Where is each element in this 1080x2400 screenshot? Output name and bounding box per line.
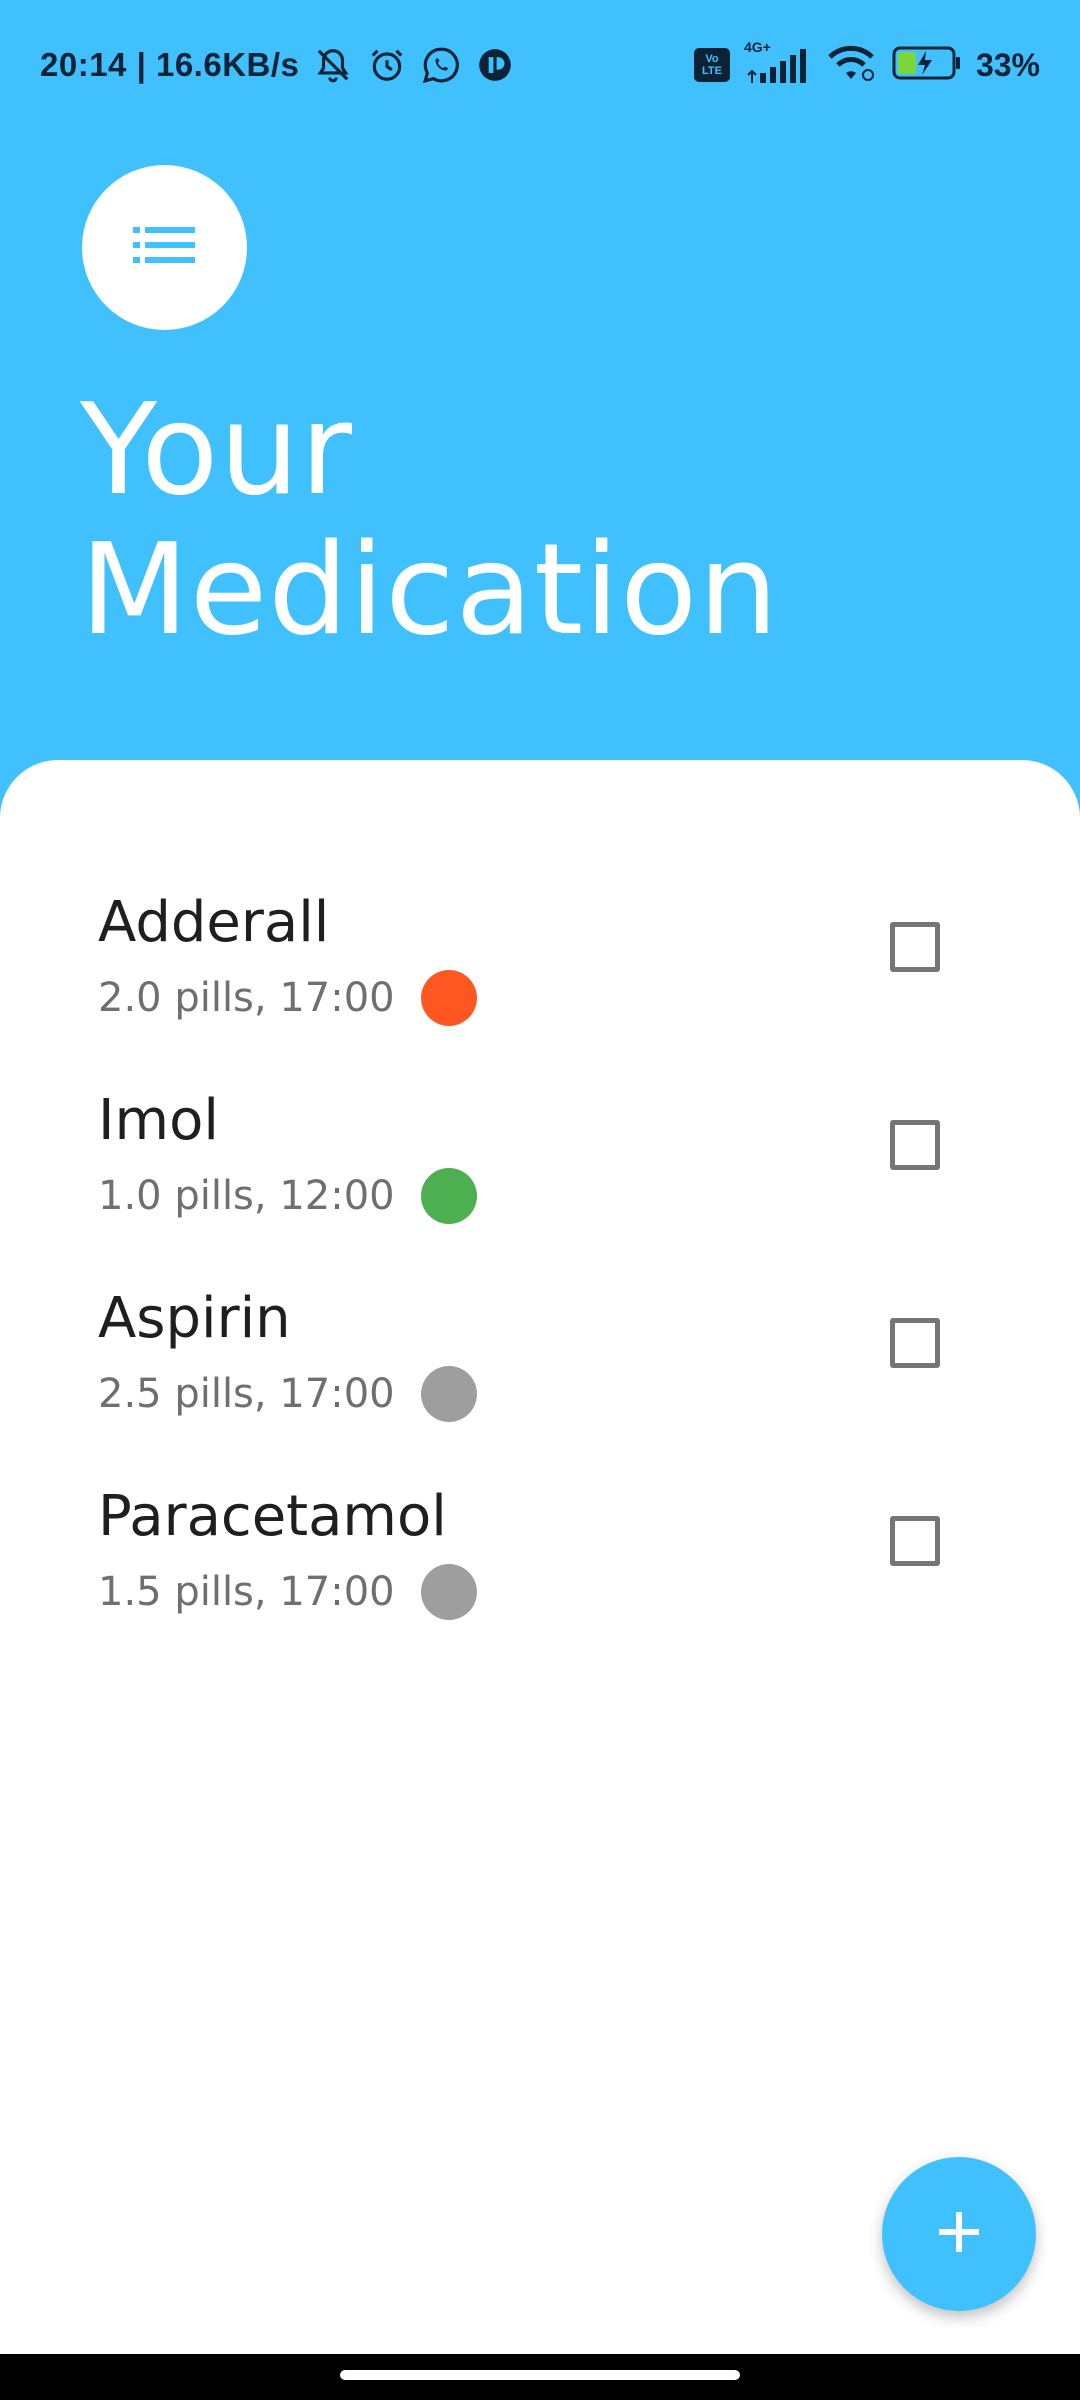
medication-detail: 2.5 pills, 17:00: [98, 1371, 395, 1417]
volte-bottom-label: LTE: [701, 65, 722, 77]
battery-charging-icon: [892, 45, 962, 86]
list-icon: [132, 225, 197, 270]
alarm-icon: [367, 45, 407, 85]
taken-checkbox[interactable]: [890, 1318, 940, 1368]
medication-detail: 1.0 pills, 12:00: [98, 1173, 395, 1219]
medication-item[interactable]: Imol 1.0 pills, 12:00: [0, 1088, 1080, 1286]
medication-item[interactable]: Adderall 2.0 pills, 17:00: [0, 890, 1080, 1088]
status-bar: 20:14 | 16.6KB/s Vo LTE 4G+ 33%: [0, 0, 1080, 130]
menu-button[interactable]: [82, 165, 247, 330]
medication-detail: 2.0 pills, 17:00: [98, 975, 395, 1021]
page-title-line1: Your: [80, 376, 353, 523]
battery-percent: 33%: [975, 46, 1040, 83]
page-title: Your Medication: [80, 380, 779, 660]
medication-item[interactable]: Aspirin 2.5 pills, 17:00: [0, 1286, 1080, 1484]
taken-checkbox[interactable]: [890, 922, 940, 972]
wifi-icon: [824, 43, 878, 88]
volte-icon: Vo LTE: [693, 48, 730, 82]
add-medication-button[interactable]: [882, 2157, 1036, 2311]
medication-card: Adderall 2.0 pills, 17:00 Imol 1.0 pills…: [0, 760, 1080, 2400]
color-dot: [420, 970, 477, 1026]
app-icon: [475, 45, 515, 85]
medication-name: Adderall: [98, 890, 330, 955]
medication-detail: 1.5 pills, 17:00: [98, 1569, 395, 1615]
medication-detail-row: 2.0 pills, 17:00: [98, 970, 477, 1026]
status-time-speed: 20:14 | 16.6KB/s: [40, 46, 300, 83]
medication-screen: 20:14 | 16.6KB/s Vo LTE 4G+ 33% Your Med…: [0, 0, 1080, 2400]
color-dot: [420, 1366, 477, 1422]
network-type-label: 4G+: [743, 39, 771, 55]
medication-detail-row: 2.5 pills, 17:00: [98, 1366, 477, 1422]
plus-icon: [937, 2210, 981, 2259]
medication-name: Aspirin: [98, 1286, 291, 1351]
medication-name: Imol: [98, 1088, 219, 1153]
status-bar-left: 20:14 | 16.6KB/s: [40, 45, 515, 85]
page-title-line2: Medication: [80, 516, 780, 663]
medication-item[interactable]: Paracetamol 1.5 pills, 17:00: [0, 1484, 1080, 1682]
medication-list: Adderall 2.0 pills, 17:00 Imol 1.0 pills…: [0, 890, 1080, 1682]
taken-checkbox[interactable]: [890, 1120, 940, 1170]
taken-checkbox[interactable]: [890, 1516, 940, 1566]
medication-detail-row: 1.5 pills, 17:00: [98, 1564, 477, 1620]
status-bar-right: Vo LTE 4G+ 33%: [693, 39, 1040, 88]
volte-top-label: Vo: [705, 53, 719, 65]
medication-name: Paracetamol: [98, 1484, 447, 1549]
color-dot: [420, 1564, 477, 1620]
navigation-bar: [0, 2354, 1080, 2400]
color-dot: [420, 1168, 477, 1224]
bell-off-icon: [313, 45, 353, 85]
home-gesture-handle[interactable]: [340, 2370, 740, 2380]
signal-icon: 4G+: [744, 39, 810, 85]
whatsapp-icon: [421, 45, 461, 85]
medication-detail-row: 1.0 pills, 12:00: [98, 1168, 477, 1224]
